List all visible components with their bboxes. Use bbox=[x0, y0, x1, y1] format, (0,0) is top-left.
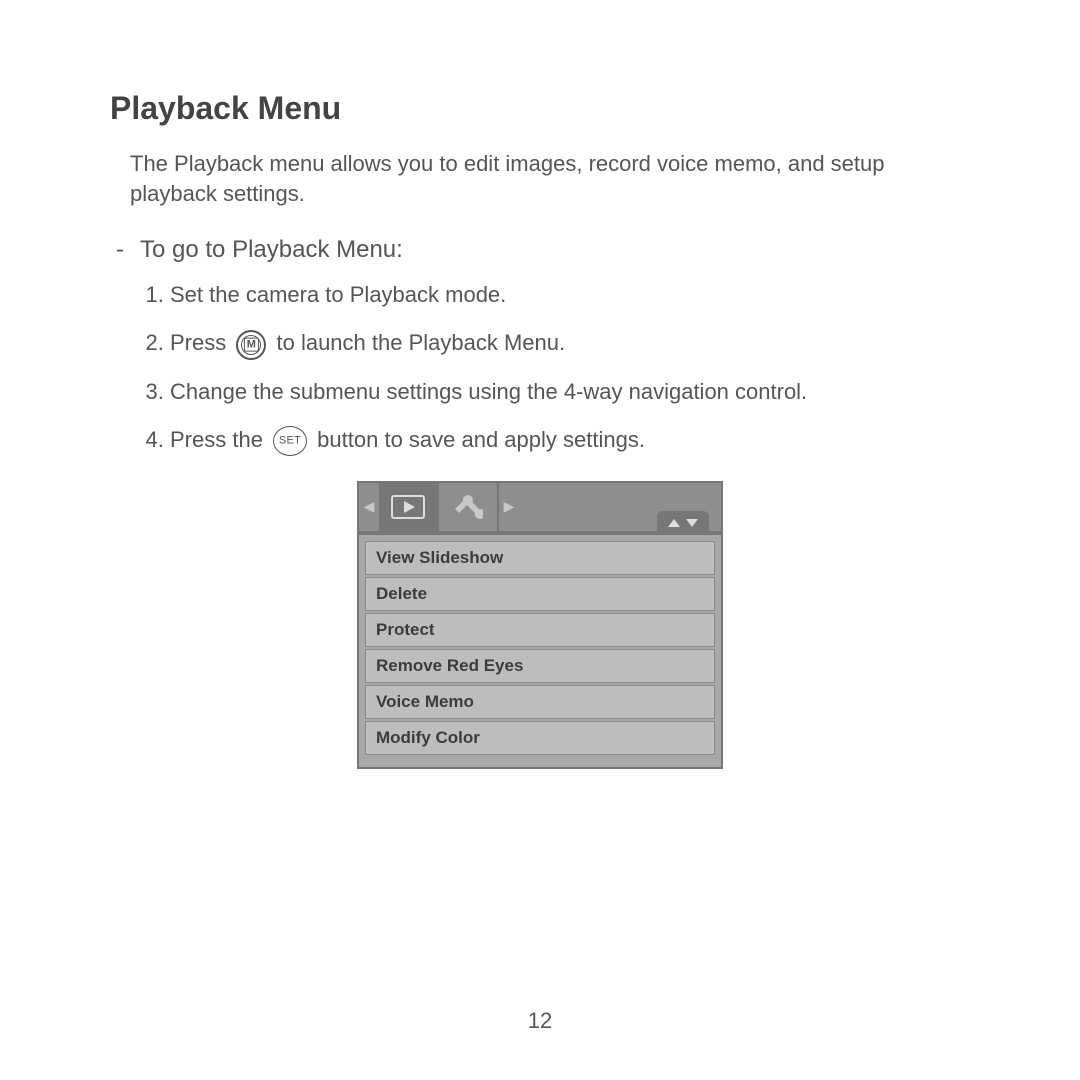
page-title: Playback Menu bbox=[110, 90, 970, 127]
setup-tab[interactable] bbox=[439, 483, 499, 531]
step-4-text-a: Press the bbox=[170, 427, 269, 452]
page-number: 12 bbox=[0, 1008, 1080, 1034]
scroll-down-icon bbox=[686, 519, 698, 527]
menu-item-delete[interactable]: Delete bbox=[365, 577, 715, 611]
menu-tab-bar: ◀ ▶ bbox=[359, 483, 721, 535]
wrench-tab-icon bbox=[453, 495, 483, 519]
tab-arrow-right-icon: ▶ bbox=[499, 483, 519, 531]
menu-item-modify-color[interactable]: Modify Color bbox=[365, 721, 715, 755]
step-2-text-b: to launch the Playback Menu. bbox=[276, 330, 565, 355]
subheading-row: - To go to Playback Menu: bbox=[110, 236, 970, 264]
step-4: Press the SET button to save and apply s… bbox=[170, 423, 970, 457]
tab-arrow-left-icon: ◀ bbox=[359, 483, 379, 531]
steps-list: Set the camera to Playback mode. Press M… bbox=[136, 278, 970, 456]
manual-page: Playback Menu The Playback menu allows y… bbox=[0, 0, 1080, 1080]
playback-tab[interactable] bbox=[379, 483, 439, 531]
menu-item-protect[interactable]: Protect bbox=[365, 613, 715, 647]
subheading-text: To go to Playback Menu: bbox=[140, 236, 403, 264]
step-3: Change the submenu settings using the 4-… bbox=[170, 375, 970, 409]
step-2-text-a: Press bbox=[170, 330, 232, 355]
set-button-label: SET bbox=[279, 432, 301, 449]
playback-menu-box: ◀ ▶ bbox=[357, 481, 723, 769]
menu-item-voice-memo[interactable]: Voice Memo bbox=[365, 685, 715, 719]
intro-paragraph: The Playback menu allows you to edit ima… bbox=[130, 149, 970, 208]
subheading-dash: - bbox=[116, 236, 140, 264]
step-2: Press M to launch the Playback Menu. bbox=[170, 326, 970, 360]
step-4-text-b: button to save and apply settings. bbox=[317, 427, 645, 452]
playback-menu-figure: ◀ ▶ bbox=[357, 481, 723, 769]
scroll-up-icon bbox=[668, 519, 680, 527]
menu-item-list: View Slideshow Delete Protect Remove Red… bbox=[359, 535, 721, 755]
step-1: Set the camera to Playback mode. bbox=[170, 278, 970, 312]
menu-item-view-slideshow[interactable]: View Slideshow bbox=[365, 541, 715, 575]
menu-button-icon: M bbox=[236, 330, 266, 360]
set-button-icon: SET bbox=[273, 426, 307, 456]
scroll-indicator bbox=[657, 511, 709, 535]
menu-button-label: M bbox=[244, 337, 258, 351]
play-tab-icon bbox=[391, 495, 425, 519]
menu-item-remove-red-eyes[interactable]: Remove Red Eyes bbox=[365, 649, 715, 683]
